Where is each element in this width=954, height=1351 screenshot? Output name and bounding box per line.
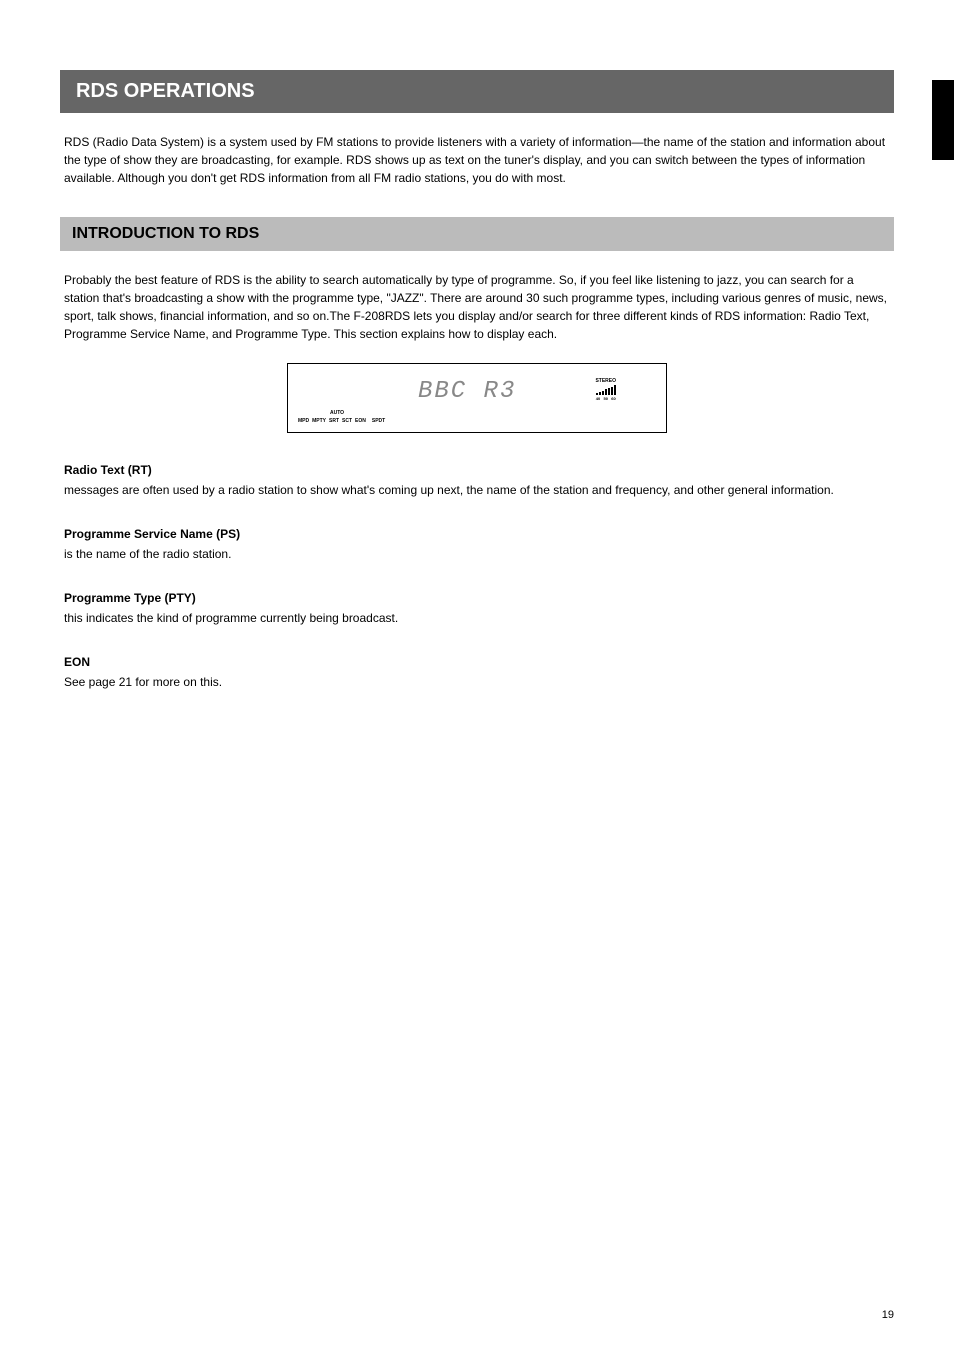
lcd-signal-label: 40 bbox=[596, 396, 600, 401]
lcd-signal-label: 50 bbox=[603, 396, 607, 401]
feature-desc: is the name of the radio station. bbox=[64, 545, 890, 563]
feature-item: EON See page 21 for more on this. bbox=[64, 655, 890, 691]
lcd-display-illustration: BBC R3 AUTO MPD MPTY SRT SCT EON SPDT ST… bbox=[287, 363, 667, 433]
lcd-stereo-label: STEREO bbox=[595, 378, 616, 384]
page-header-bar: RDS OPERATIONS bbox=[60, 70, 894, 113]
lcd-indicator: SPDT bbox=[372, 418, 385, 424]
lcd-indicator: EON bbox=[355, 418, 366, 424]
feature-title: Programme Service Name (PS) bbox=[64, 527, 890, 541]
section-header-title: INTRODUCTION TO RDS bbox=[72, 225, 882, 243]
feature-desc: this indicates the kind of programme cur… bbox=[64, 609, 890, 627]
lcd-stereo-block: STEREO 40 50 60 bbox=[595, 378, 616, 401]
page-header-title: RDS OPERATIONS bbox=[76, 80, 878, 103]
feature-item: Programme Type (PTY) this indicates the … bbox=[64, 591, 890, 627]
feature-list: Radio Text (RT) messages are often used … bbox=[60, 463, 894, 691]
page-side-tab bbox=[932, 80, 954, 160]
feature-desc: messages are often used by a radio stati… bbox=[64, 481, 890, 499]
lcd-signal-labels: 40 50 60 bbox=[596, 396, 616, 401]
intro-paragraph: RDS (Radio Data System) is a system used… bbox=[60, 133, 894, 187]
feature-title: Programme Type (PTY) bbox=[64, 591, 890, 605]
feature-title: EON bbox=[64, 655, 890, 669]
feature-title: Radio Text (RT) bbox=[64, 463, 890, 477]
lcd-indicator-row: MPD MPTY SRT SCT EON SPDT bbox=[298, 418, 385, 424]
feature-item: Radio Text (RT) messages are often used … bbox=[64, 463, 890, 499]
feature-item: Programme Service Name (PS) is the name … bbox=[64, 527, 890, 563]
lcd-signal-label: 60 bbox=[611, 396, 615, 401]
lcd-indicator: MPD bbox=[298, 418, 309, 424]
lcd-indicator: SRT bbox=[329, 418, 339, 424]
page-number: 19 bbox=[882, 1309, 894, 1321]
lcd-indicator: MPTY bbox=[312, 418, 326, 424]
lcd-auto-indicator: AUTO bbox=[330, 410, 344, 416]
section-header-bar: INTRODUCTION TO RDS bbox=[60, 217, 894, 251]
lcd-indicator: SCT bbox=[342, 418, 352, 424]
lcd-station-name: BBC R3 bbox=[418, 378, 516, 405]
section-description: Probably the best feature of RDS is the … bbox=[60, 271, 894, 343]
lcd-signal-strength-bars bbox=[596, 385, 616, 395]
feature-desc: See page 21 for more on this. bbox=[64, 673, 890, 691]
